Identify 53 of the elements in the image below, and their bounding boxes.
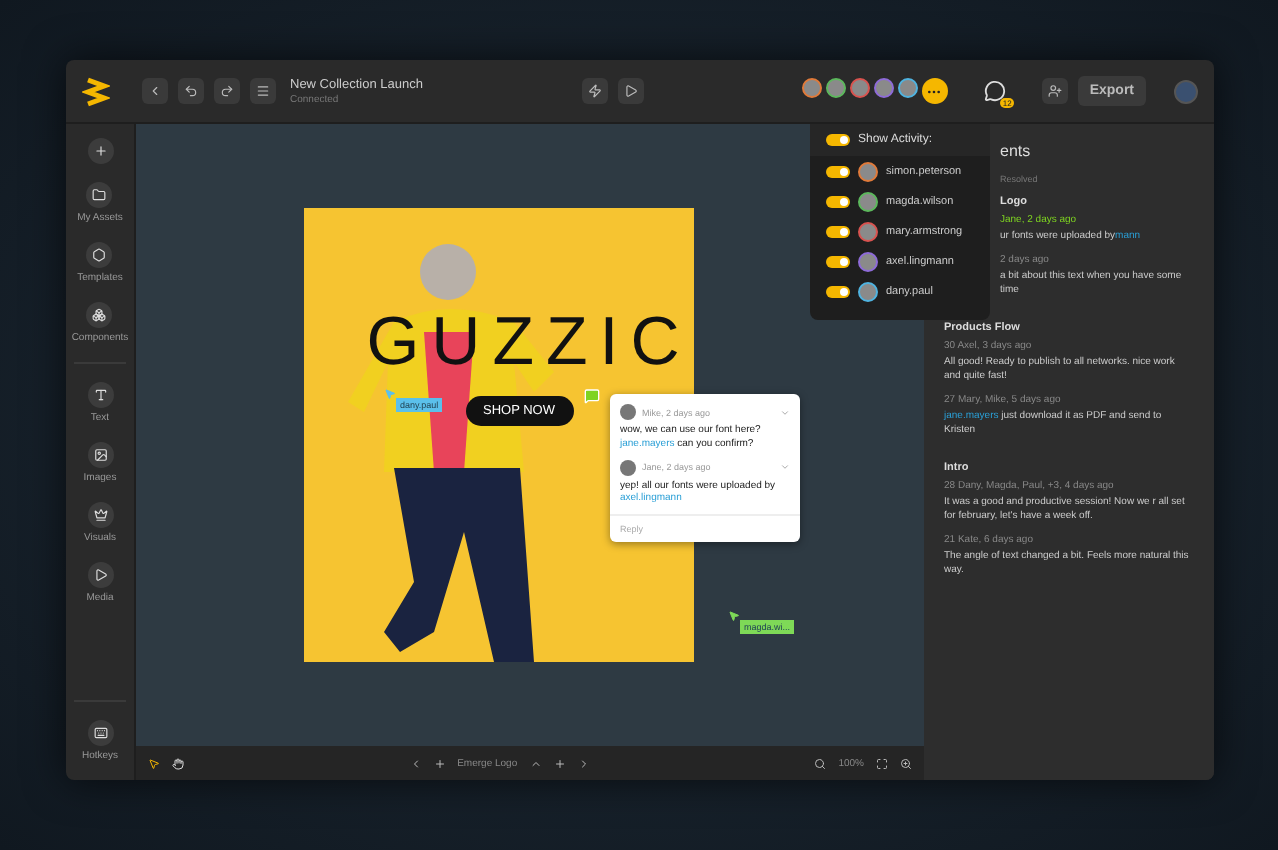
next-icon[interactable] [577, 757, 590, 769]
cursor-icon [728, 610, 740, 622]
play-button[interactable] [617, 78, 644, 104]
zoom-in-icon[interactable] [900, 757, 913, 769]
toggle-switch[interactable] [826, 225, 850, 237]
lightning-button[interactable] [581, 78, 608, 104]
avatar-placeholder [620, 404, 636, 420]
crown-icon [87, 502, 113, 528]
panel-title: ents [998, 142, 1033, 160]
folder-icon [86, 182, 113, 208]
keyboard-icon [87, 720, 113, 746]
image-icon [87, 442, 113, 468]
play-icon [623, 84, 638, 98]
play-icon [87, 562, 113, 588]
redo-icon [220, 84, 234, 98]
lightning-icon [587, 84, 602, 98]
toggle-switch[interactable] [826, 165, 850, 177]
menu-icon [256, 84, 270, 98]
collaborator-avatar[interactable] [897, 78, 918, 98]
add-user-button[interactable] [1041, 78, 1068, 104]
toggle-switch[interactable] [826, 255, 850, 267]
blocks-icon [86, 302, 113, 328]
collaborator-avatar[interactable] [873, 78, 894, 98]
chevron-left-icon [148, 84, 162, 98]
headline: GUZZIC [366, 304, 692, 382]
toggle-switch[interactable] [826, 134, 850, 146]
plus-icon[interactable] [553, 757, 566, 769]
redo-button[interactable] [214, 78, 240, 104]
more-icon[interactable] [921, 78, 948, 104]
hand-icon[interactable] [172, 757, 184, 769]
collaborator-avatar[interactable] [825, 78, 846, 98]
back-button[interactable] [142, 78, 168, 104]
plus-icon[interactable] [433, 757, 446, 769]
collaborator-avatar[interactable] [849, 78, 870, 98]
toggle-switch[interactable] [826, 285, 850, 297]
logo-icon [82, 75, 110, 107]
menu-button[interactable] [250, 78, 276, 104]
collaborator-avatar[interactable] [801, 78, 822, 98]
plus-icon [87, 138, 113, 164]
cursor-icon [384, 388, 396, 400]
undo-icon [184, 84, 198, 98]
sidebar-item[interactable] [87, 138, 113, 164]
comment-marker-icon[interactable] [584, 388, 600, 404]
previous-icon[interactable] [409, 757, 422, 769]
avatar-placeholder [620, 459, 636, 475]
chevron-up-icon[interactable] [529, 757, 542, 769]
search-icon[interactable] [814, 757, 827, 769]
chat-icon[interactable] [983, 80, 1006, 102]
pointer-icon[interactable] [148, 757, 160, 769]
toggle-switch[interactable] [826, 195, 850, 207]
letter-icon [87, 382, 113, 408]
undo-button[interactable] [178, 78, 204, 104]
add-user-icon [1047, 84, 1062, 98]
